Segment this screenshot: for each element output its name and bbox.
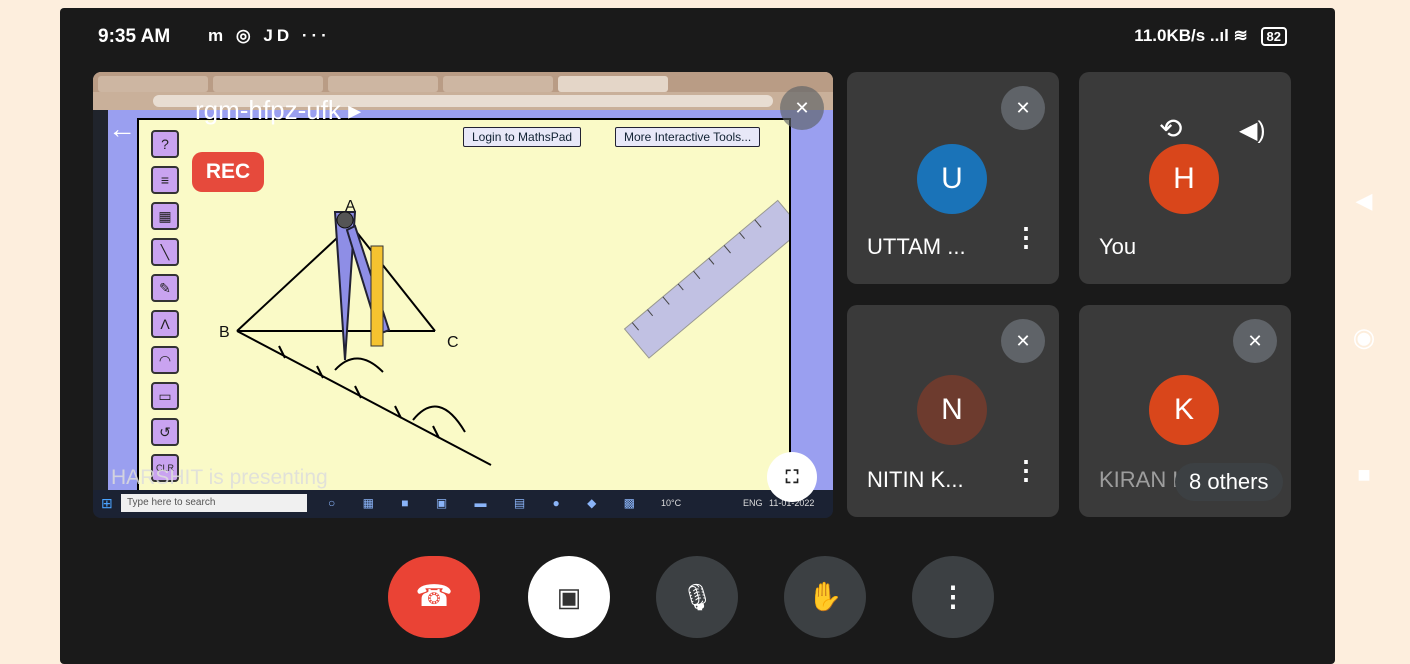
point-label-c: C bbox=[447, 334, 459, 351]
back-nav-icon[interactable]: ◀ bbox=[1349, 186, 1379, 216]
recents-nav-icon[interactable]: ■ bbox=[1349, 460, 1379, 490]
ruler-tool[interactable]: ▭ bbox=[151, 382, 179, 410]
avatar: N bbox=[917, 375, 987, 445]
avatar: U bbox=[917, 144, 987, 214]
mic-off-icon: ✕ bbox=[1001, 319, 1045, 363]
undo-tool[interactable]: ↺ bbox=[151, 418, 179, 446]
signal-icon: ..ıl bbox=[1209, 26, 1234, 45]
ruler-graphic bbox=[623, 199, 803, 359]
more-tools-button[interactable]: More Interactive Tools... bbox=[615, 127, 761, 147]
taskbar-temp: 10°C bbox=[661, 498, 682, 508]
status-right: 11.0KB/s ..ıl ≋ 82 bbox=[1134, 26, 1287, 46]
meeting-code-text: rgm-hfpz-ufk bbox=[195, 95, 341, 125]
status-bar: 9:35 AM m ◎ JD ··· 11.0KB/s ..ıl ≋ 82 bbox=[60, 8, 1335, 64]
participant-name: NITIN K... bbox=[867, 467, 964, 492]
mathspad-toolbar: ? ≡ ▦ ╲ ✎ Λ ◠ ▭ ↺ CLR bbox=[151, 130, 183, 490]
mic-button[interactable]: 🎙 bbox=[656, 556, 738, 638]
rec-badge: REC bbox=[192, 152, 264, 192]
taskbar-search[interactable]: Type here to search bbox=[121, 494, 307, 512]
compass-tool[interactable]: Λ bbox=[151, 310, 179, 338]
taskbar-lang: ENG bbox=[743, 498, 763, 508]
pencil-tool[interactable]: ✎ bbox=[151, 274, 179, 302]
windows-icon[interactable]: ⊞ bbox=[101, 495, 113, 512]
participant-name: You bbox=[1099, 234, 1137, 259]
notification-icons: m ◎ JD ··· bbox=[208, 26, 331, 45]
android-nav-bar: ◀ ◉ ■ bbox=[1335, 0, 1410, 664]
participant-tile-nitin[interactable]: ✕ N NITIN K... ⋮ bbox=[847, 305, 1059, 517]
fullscreen-button[interactable]: ⛶ bbox=[767, 452, 817, 502]
help-tool[interactable]: ? bbox=[151, 130, 179, 158]
participant-name: UTTAM ... bbox=[867, 234, 966, 259]
mic-off-icon: ✕ bbox=[1001, 86, 1045, 130]
presentation-panel[interactable]: A B C ? ≡ ▦ ╲ ✎ Λ ◠ ▭ ↺ CLR Login to Mat… bbox=[93, 72, 833, 518]
end-call-button[interactable]: ☎ bbox=[388, 556, 480, 638]
switch-camera-icon[interactable]: ⟲ bbox=[1159, 112, 1182, 145]
point-label-b: B bbox=[219, 324, 230, 341]
status-time: 9:35 AM bbox=[98, 26, 171, 47]
protractor-tool[interactable]: ◠ bbox=[151, 346, 179, 374]
windows-taskbar: ⊞ Type here to search ○ ▦ ■ ▣ ▬ ▤ ● ◆ ▩ … bbox=[93, 490, 833, 518]
point-label-a: A bbox=[345, 198, 356, 215]
mic-off-icon: ✕ bbox=[1233, 319, 1277, 363]
more-options-icon[interactable]: ⋮ bbox=[1013, 224, 1039, 250]
home-nav-icon[interactable]: ◉ bbox=[1349, 322, 1379, 352]
color-tool[interactable]: ▦ bbox=[151, 202, 179, 230]
battery-icon: 82 bbox=[1260, 27, 1287, 46]
wifi-icon: ≋ bbox=[1233, 26, 1248, 45]
avatar: H bbox=[1149, 144, 1219, 214]
presenting-label: HARSHIT is presenting bbox=[111, 466, 328, 489]
presenter-muted-icon: ✕ bbox=[780, 86, 824, 130]
line-tool[interactable]: ╲ bbox=[151, 238, 179, 266]
participant-tile-uttam[interactable]: ✕ U UTTAM ... ⋮ bbox=[847, 72, 1059, 284]
menu-tool[interactable]: ≡ bbox=[151, 166, 179, 194]
login-mathspad-button[interactable]: Login to MathsPad bbox=[463, 127, 582, 147]
taskbar-apps: ○ ▦ ■ ▣ ▬ ▤ ● ◆ ▩ bbox=[328, 496, 647, 510]
raise-hand-button[interactable]: ✋ bbox=[784, 556, 866, 638]
back-arrow-icon[interactable]: ← bbox=[108, 113, 136, 145]
speaker-icon[interactable]: ◀) bbox=[1239, 116, 1265, 145]
more-options-icon[interactable]: ⋮ bbox=[1013, 457, 1039, 483]
network-speed: 11.0KB/s bbox=[1134, 26, 1206, 45]
avatar: K bbox=[1149, 375, 1219, 445]
participant-tile-kiran[interactable]: ✕ K KIRAN KUMAR 8 others bbox=[1079, 305, 1291, 517]
others-count-pill[interactable]: 8 others bbox=[1175, 463, 1283, 501]
meeting-code[interactable]: rgm-hfpz-ufk ▸ bbox=[195, 95, 361, 126]
participant-tile-you[interactable]: ⟲ ◀) H You bbox=[1079, 72, 1291, 284]
camera-off-button[interactable]: ▣ bbox=[528, 556, 610, 638]
more-options-button[interactable]: ⋮ bbox=[912, 556, 994, 638]
